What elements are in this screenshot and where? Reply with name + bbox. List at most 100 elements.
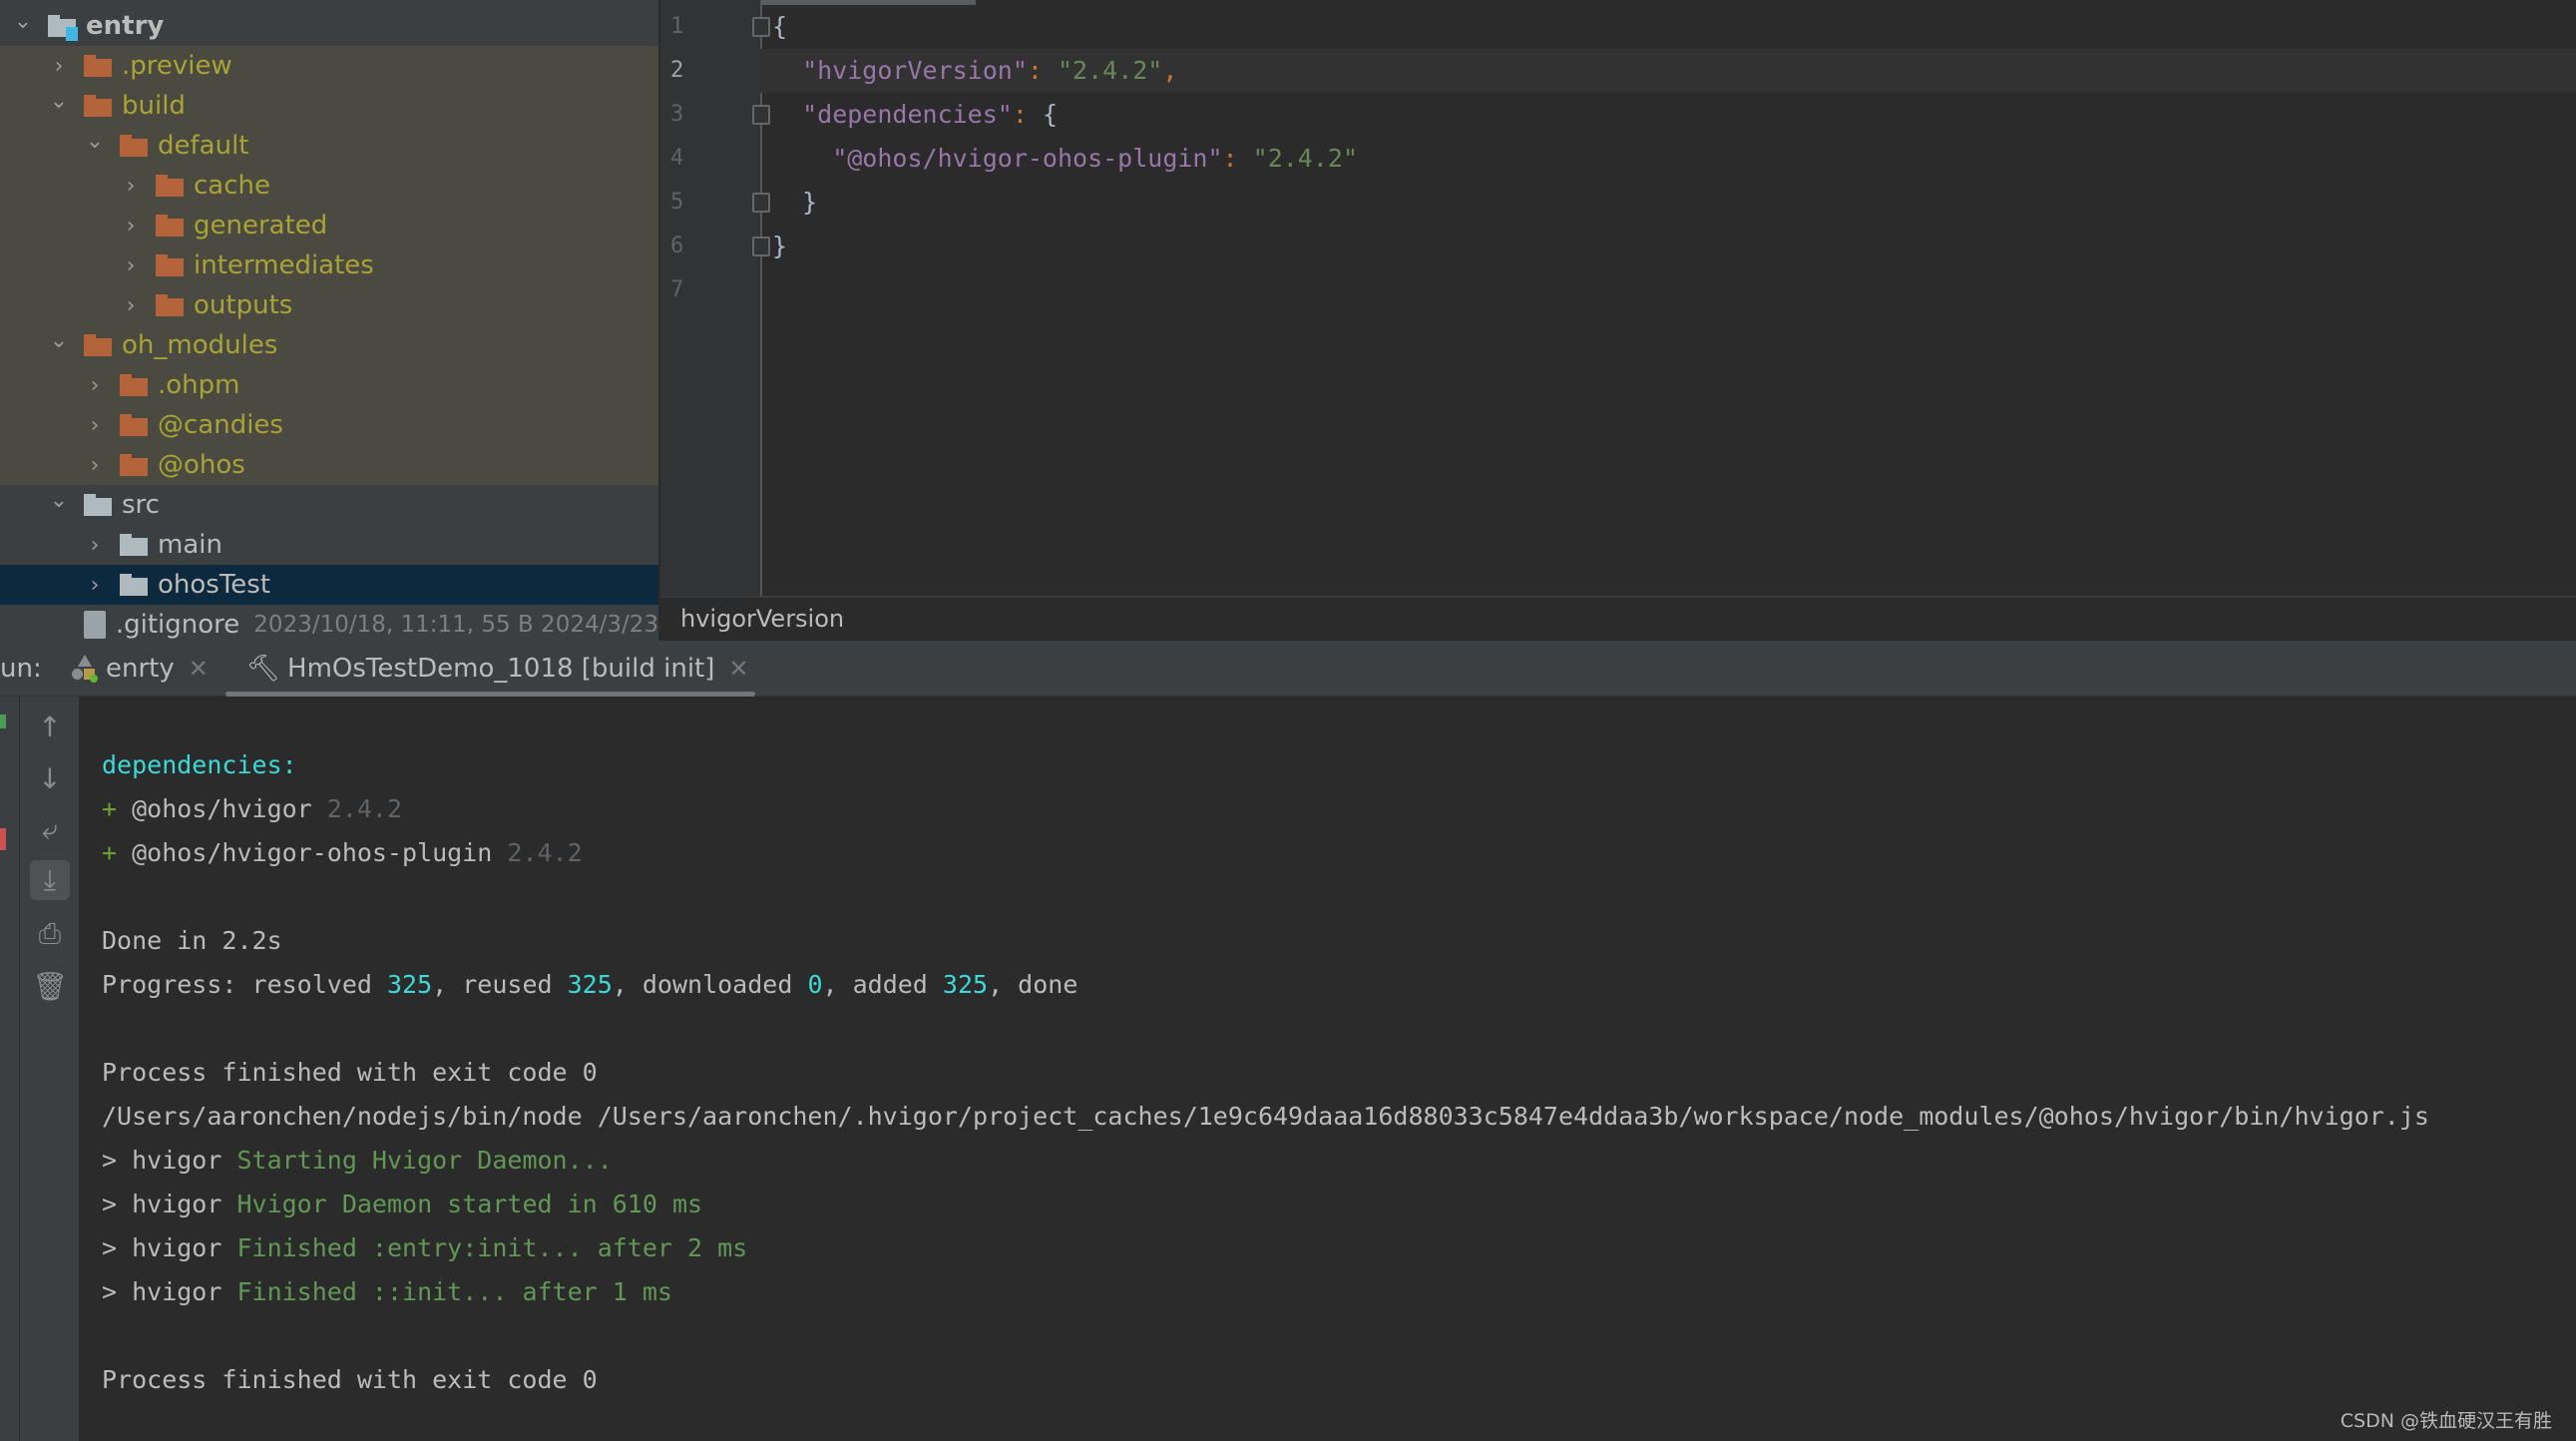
watermark: CSDN @铁血硬汉王有胜 [2340, 1410, 2552, 1432]
chevron-down-icon[interactable]: ⌄ [12, 9, 34, 34]
console-line: + @ohos/hvigor-ohos-plugin 2.4.2 [102, 831, 583, 875]
close-icon[interactable]: ✕ [728, 655, 748, 683]
tree-item-intermediates[interactable]: › intermediates [0, 245, 658, 285]
console-token: Done in 2.2s [102, 926, 282, 955]
code-line: } [772, 225, 787, 268]
tree-item-label: @ohos [158, 450, 245, 480]
console-token: 325 [386, 970, 433, 999]
tree-item-label: intermediates [194, 250, 374, 280]
close-icon[interactable]: ✕ [189, 655, 209, 683]
run-config-icon [72, 655, 98, 683]
run-label: un: [0, 654, 42, 684]
soft-wrap-icon[interactable]: ⤶ [30, 810, 70, 850]
chevron-down-icon[interactable]: ⌄ [84, 129, 106, 154]
fold-marker-icon[interactable] [752, 193, 770, 213]
folder-icon [120, 135, 148, 157]
console-token: @ohos/hvigor [132, 794, 327, 823]
chevron-right-icon[interactable]: › [84, 573, 106, 598]
tree-item-label: oh_modules [122, 330, 278, 360]
fold-marker-icon[interactable] [752, 105, 770, 125]
chevron-right-icon[interactable]: › [120, 253, 142, 278]
tree-item-generated[interactable]: › generated [0, 206, 658, 245]
fold-marker-icon[interactable] [752, 17, 770, 37]
folder-icon [120, 574, 148, 596]
tree-item-cache[interactable]: › cache [0, 166, 658, 206]
fold-marker-icon[interactable] [752, 237, 770, 256]
line-number: 7 [670, 277, 684, 302]
console-token: Starting Hvigor Daemon... [236, 1146, 613, 1175]
console-line: > hvigor Finished :entry:init... after 2… [102, 1226, 747, 1270]
code-line: } [772, 181, 817, 225]
arrow-down-icon[interactable]: ↓ [30, 758, 70, 798]
folder-icon [120, 454, 148, 476]
folder-icon [156, 254, 184, 276]
tree-item-ohos[interactable]: › @ohos [0, 445, 658, 485]
tree-item-default[interactable]: ⌄ default [0, 126, 658, 166]
console-line: Done in 2.2s [102, 919, 282, 963]
tree-item-label: src [122, 490, 160, 520]
print-icon[interactable]: ⎙ [30, 914, 70, 954]
chevron-right-icon[interactable]: › [84, 453, 106, 478]
tree-item-label: ohosTest [158, 570, 271, 600]
console-token: Finished :entry:init... after 2 ms [236, 1233, 748, 1262]
breadcrumb[interactable]: hvigorVersion [660, 596, 2576, 641]
console-token: Process finished with exit code 0 [102, 1365, 598, 1394]
tree-item-outputs[interactable]: › outputs [0, 285, 658, 325]
stop-icon[interactable] [0, 828, 6, 850]
tree-item-src[interactable]: ⌄ src [0, 485, 658, 525]
arrow-up-icon[interactable]: ↑ [30, 707, 70, 746]
tree-item-ohostest[interactable]: › ohosTest [0, 565, 658, 605]
code-token: } [772, 232, 788, 260]
tab-build-init[interactable]: 🔨︎ HmOsTestDemo_1018 [build init] ✕ [246, 641, 749, 697]
hammer-icon: 🔨︎ [246, 654, 280, 684]
code-line: "hvigorVersion": "2.4.2", [772, 49, 1177, 93]
tree-item-label: .gitignore [115, 610, 240, 640]
folder-icon [120, 414, 148, 436]
tree-item-entry[interactable]: ⌄ entry [0, 6, 658, 46]
code-line: { [772, 5, 787, 49]
line-number: 1 [670, 14, 684, 39]
trash-icon[interactable]: 🗑︎ [30, 966, 70, 1006]
code-token: { [1042, 100, 1058, 129]
console-line: > hvigor Finished ::init... after 1 ms [102, 1270, 672, 1314]
chevron-right-icon[interactable]: › [84, 533, 106, 558]
console-token: Finished ::init... after 1 ms [236, 1277, 672, 1306]
chevron-right-icon[interactable]: › [48, 54, 70, 79]
chevron-right-icon[interactable]: › [120, 293, 142, 318]
tree-item-ohpm[interactable]: › .ohpm [0, 365, 658, 405]
tree-item-gitignore[interactable]: .gitignore 2023/10/18, 11:11, 55 B 2024/3… [0, 605, 658, 641]
console-token: 0 [807, 970, 823, 999]
folder-icon [84, 95, 112, 117]
chevron-down-icon[interactable]: ⌄ [48, 328, 70, 353]
console-line: /Users/aaronchen/nodejs/bin/node /Users/… [102, 1095, 2429, 1139]
tree-item-label: .preview [122, 51, 232, 81]
run-console-output[interactable]: dependencies: + @ohos/hvigor 2.4.2 + @ohos… [79, 697, 2576, 1441]
line-number: 6 [670, 234, 684, 258]
code-token: "2.4.2" [1057, 56, 1163, 85]
rerun-icon[interactable] [0, 715, 6, 728]
console-token: /Users/aaronchen/nodejs/bin/node /Users/… [102, 1102, 2429, 1131]
breadcrumb-item[interactable]: hvigorVersion [680, 605, 844, 633]
tree-item-oh-modules[interactable]: ⌄ oh_modules [0, 325, 658, 365]
code-editor[interactable]: 1 2 3 4 5 6 7 { "hvigorVersion": "2.4.2", "depe… [660, 0, 2576, 596]
tree-item-candies[interactable]: › @candies [0, 405, 658, 445]
tree-item-main[interactable]: › main [0, 525, 658, 565]
chevron-right-icon[interactable]: › [120, 214, 142, 239]
module-folder-icon [48, 15, 78, 41]
chevron-right-icon[interactable]: › [84, 413, 106, 438]
folder-icon [156, 294, 184, 316]
code-token: "2.4.2" [1252, 144, 1359, 173]
file-metadata: 2023/10/18, 11:11, 55 B 2024/3/23 [253, 612, 658, 638]
tab-enrty[interactable]: enrty ✕ [72, 641, 209, 697]
console-token: > hvigor [102, 1233, 237, 1262]
chevron-down-icon[interactable]: ⌄ [48, 89, 70, 114]
folder-icon [84, 334, 112, 356]
scroll-to-end-icon[interactable]: ⤓ [30, 860, 70, 900]
tree-item-preview[interactable]: › .preview [0, 46, 658, 86]
tree-item-label: @candies [158, 410, 283, 440]
chevron-right-icon[interactable]: › [120, 174, 142, 199]
tree-item-build[interactable]: ⌄ build [0, 86, 658, 126]
chevron-down-icon[interactable]: ⌄ [48, 488, 70, 513]
tab-label: HmOsTestDemo_1018 [build init] [287, 654, 715, 684]
chevron-right-icon[interactable]: › [84, 373, 106, 398]
